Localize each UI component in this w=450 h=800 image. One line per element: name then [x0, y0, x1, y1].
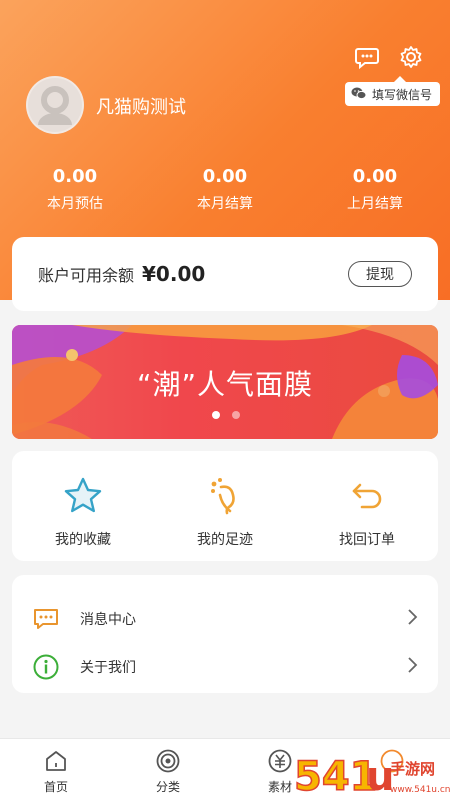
avatar-placeholder-icon: [28, 78, 82, 132]
header-actions: [354, 44, 424, 70]
footprint-icon: [204, 475, 246, 517]
quick-actions-card: 我的收藏 我的足迹 找回订单: [12, 451, 438, 561]
info-icon: [32, 653, 60, 681]
banner-pagination: [212, 411, 240, 419]
retrieve-order-button[interactable]: 找回订单: [296, 451, 438, 561]
wechat-id-tip[interactable]: 填写微信号: [344, 76, 440, 106]
stat-last-month-settled[interactable]: 0.00 上月结算: [300, 166, 450, 213]
stat-label: 本月预估: [47, 196, 103, 212]
category-icon: [155, 748, 181, 774]
home-icon: [43, 748, 69, 774]
avatar[interactable]: [26, 76, 84, 134]
username: 凡猫购测试: [96, 97, 186, 118]
settings-icon[interactable]: [398, 44, 424, 70]
tab-label: 分类: [155, 780, 180, 794]
balance-amount: ¥0.00: [142, 262, 206, 286]
site-watermark-logo: 541 u 手游网 www.541u.cn: [290, 744, 450, 800]
footprint-button[interactable]: 我的足迹: [154, 451, 296, 561]
chevron-right-icon: [406, 656, 418, 678]
list-item-label: 关于我们: [80, 660, 136, 676]
svg-text:手游网: 手游网: [390, 760, 435, 778]
wechat-icon: [351, 86, 367, 103]
svg-text:www.541u.cn: www.541u.cn: [390, 785, 450, 795]
tab-home[interactable]: 首页: [0, 739, 112, 800]
svg-text:541: 541: [294, 754, 378, 800]
earnings-stats: 0.00 本月预估 0.00 本月结算 0.00 上月结算: [0, 166, 450, 213]
balance-label: 账户可用余额: [38, 266, 135, 285]
message-icon[interactable]: [354, 44, 380, 70]
pagination-dot-active[interactable]: [212, 411, 220, 419]
stat-value: 0.00: [202, 166, 248, 187]
retrieve-order-label: 找回订单: [339, 532, 395, 548]
withdraw-button[interactable]: 提现: [348, 261, 412, 287]
footprint-label: 我的足迹: [197, 532, 253, 548]
stat-value: 0.00: [52, 166, 98, 187]
stat-value: 0.00: [352, 166, 398, 187]
chevron-right-icon: [406, 608, 418, 630]
stat-this-month-settled[interactable]: 0.00 本月结算: [150, 166, 300, 213]
star-icon: [62, 475, 104, 517]
settings-list: 消息中心 关于我们: [12, 575, 438, 693]
banner-title: “潮”人气面膜: [136, 368, 313, 401]
tab-label: 首页: [43, 780, 68, 794]
tab-category[interactable]: 分类: [112, 739, 224, 800]
list-item-label: 消息中心: [80, 612, 136, 628]
stat-label: 上月结算: [347, 196, 403, 212]
favorites-label: 我的收藏: [55, 532, 111, 548]
stat-this-month-estimate[interactable]: 0.00 本月预估: [0, 166, 150, 213]
list-item-message-center[interactable]: 消息中心: [12, 595, 438, 643]
stat-label: 本月结算: [197, 196, 253, 212]
message-center-icon: [32, 605, 60, 633]
wechat-tip-label: 填写微信号: [371, 87, 432, 102]
undo-icon: [346, 475, 388, 517]
promo-banner[interactable]: “潮”人气面膜: [12, 325, 438, 439]
pagination-dot[interactable]: [232, 411, 240, 419]
list-item-about-us[interactable]: 关于我们: [12, 643, 438, 691]
favorites-button[interactable]: 我的收藏: [12, 451, 154, 561]
tab-label: 素材: [267, 780, 292, 794]
balance-card: 账户可用余额 ¥0.00 提现: [12, 237, 438, 311]
